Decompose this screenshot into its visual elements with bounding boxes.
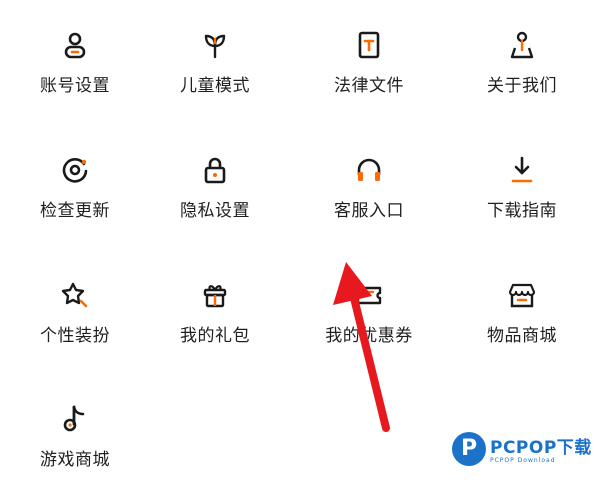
menu-item-my-coupons[interactable]: 我的优惠券 bbox=[294, 280, 444, 380]
menu-item-download-guide[interactable]: 下载指南 bbox=[447, 155, 597, 255]
menu-item-item-mall[interactable]: 物品商城 bbox=[447, 280, 597, 380]
menu-item-label: 法律文件 bbox=[334, 76, 404, 96]
menu-item-my-gift-pack[interactable]: 我的礼包 bbox=[140, 280, 290, 380]
menu-item-legal-documents[interactable]: 法律文件 bbox=[294, 30, 444, 130]
menu-item-label: 检查更新 bbox=[40, 201, 110, 221]
account-settings-icon bbox=[64, 32, 86, 59]
menu-item-game-mall[interactable]: 游戏商城 bbox=[0, 404, 150, 504]
menu-item-label: 儿童模式 bbox=[180, 76, 250, 96]
menu-item-personalize[interactable]: 个性装扮 bbox=[0, 280, 150, 380]
personalize-star-icon bbox=[61, 282, 88, 308]
menu-item-account-settings[interactable]: 账号设置 bbox=[0, 30, 150, 130]
menu-item-label: 下载指南 bbox=[487, 201, 557, 221]
menu-item-label: 我的礼包 bbox=[180, 326, 250, 346]
menu-item-label: 账号设置 bbox=[40, 76, 110, 96]
about-us-icon bbox=[510, 31, 534, 59]
settings-menu-grid: 账号设置 儿童模式 法律文件 关于我们 检查更新 隐私设置 客服入口 下载指南 … bbox=[0, 0, 600, 470]
menu-item-about-us[interactable]: 关于我们 bbox=[447, 30, 597, 130]
customer-service-headphones-icon bbox=[357, 158, 381, 181]
watermark-brand: PCPOP下载 bbox=[490, 438, 592, 458]
child-mode-icon bbox=[204, 34, 226, 59]
shop-store-icon bbox=[508, 283, 536, 308]
menu-item-label: 隐私设置 bbox=[180, 201, 250, 221]
legal-document-icon bbox=[358, 31, 380, 59]
menu-item-label: 物品商城 bbox=[487, 326, 557, 346]
menu-item-label: 游戏商城 bbox=[40, 450, 110, 470]
menu-item-child-mode[interactable]: 儿童模式 bbox=[140, 30, 290, 130]
pcpop-logo-icon: P bbox=[452, 431, 486, 466]
menu-item-privacy-settings[interactable]: 隐私设置 bbox=[140, 155, 290, 255]
check-update-icon bbox=[62, 158, 88, 183]
menu-item-label: 我的优惠券 bbox=[325, 326, 413, 346]
watermark-subtitle: PCPOP Download bbox=[490, 457, 556, 464]
privacy-lock-icon bbox=[204, 157, 226, 184]
game-mall-music-note-icon bbox=[63, 405, 85, 432]
download-guide-icon bbox=[511, 156, 533, 183]
coupon-ticket-icon bbox=[356, 286, 382, 305]
menu-item-label: 关于我们 bbox=[487, 76, 557, 96]
gift-pack-icon bbox=[203, 285, 227, 308]
menu-item-label: 个性装扮 bbox=[40, 326, 110, 346]
menu-item-label: 客服入口 bbox=[334, 201, 404, 221]
pcpop-watermark: P PCPOP下载 PCPOP Download bbox=[452, 428, 600, 469]
menu-item-customer-service[interactable]: 客服入口 bbox=[294, 155, 444, 255]
menu-item-check-update[interactable]: 检查更新 bbox=[0, 155, 150, 255]
